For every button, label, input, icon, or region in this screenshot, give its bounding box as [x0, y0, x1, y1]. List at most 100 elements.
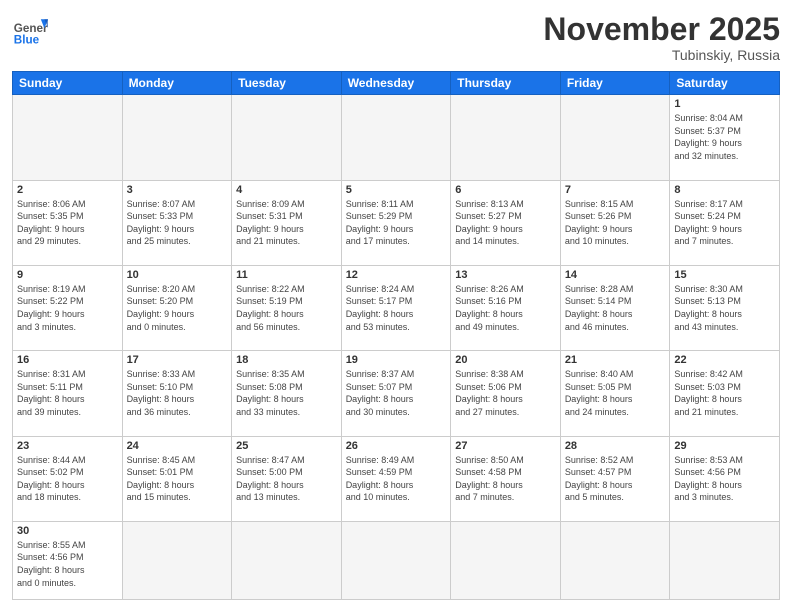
day-number: 3 [127, 184, 228, 196]
day-info: Sunrise: 8:11 AM Sunset: 5:29 PM Dayligh… [346, 198, 447, 248]
day-number: 25 [236, 440, 337, 452]
calendar-cell: 19Sunrise: 8:37 AM Sunset: 5:07 PM Dayli… [341, 351, 451, 436]
day-info: Sunrise: 8:31 AM Sunset: 5:11 PM Dayligh… [17, 368, 118, 418]
day-info: Sunrise: 8:42 AM Sunset: 5:03 PM Dayligh… [674, 368, 775, 418]
day-number: 11 [236, 269, 337, 281]
calendar-cell: 25 Sunrise: 8:47 AM Sunset: 5:00 PM Dayli… [232, 436, 342, 521]
calendar-cell [232, 521, 342, 599]
day-number: 28 [565, 440, 666, 452]
calendar-cell [13, 95, 123, 180]
day-number: 20 [455, 354, 556, 366]
calendar-cell [122, 95, 232, 180]
day-number: 10 [127, 269, 228, 281]
calendar-cell: 27 Sunrise: 8:50 AM Sunset: 4:58 PM Dayli… [451, 436, 561, 521]
calendar-cell: 1 Sunrise: 8:04 AM Sunset: 5:37 PM Daylig… [670, 95, 780, 180]
calendar-cell: 3Sunrise: 8:07 AM Sunset: 5:33 PM Daylig… [122, 180, 232, 265]
day-number: 1 [674, 98, 775, 110]
day-info: Sunrise: 8:20 AM Sunset: 5:20 PM Dayligh… [127, 283, 228, 333]
page: General Blue November 2025 Tubinskiy, Ru… [0, 0, 792, 612]
week-row-5: 30 Sunrise: 8:55 AM Sunset: 4:56 PM Dayli… [13, 521, 780, 599]
calendar-cell [451, 95, 561, 180]
calendar-cell: 17Sunrise: 8:33 AM Sunset: 5:10 PM Dayli… [122, 351, 232, 436]
calendar-cell: 18Sunrise: 8:35 AM Sunset: 5:08 PM Dayli… [232, 351, 342, 436]
day-number: 26 [346, 440, 447, 452]
calendar-cell: 12Sunrise: 8:24 AM Sunset: 5:17 PM Dayli… [341, 265, 451, 350]
day-info: Sunrise: 8:53 AM Sunset: 4:56 PM Dayligh… [674, 454, 775, 504]
day-number: 30 [17, 525, 118, 537]
calendar-cell: 9Sunrise: 8:19 AM Sunset: 5:22 PM Daylig… [13, 265, 123, 350]
day-info: Sunrise: 8:19 AM Sunset: 5:22 PM Dayligh… [17, 283, 118, 333]
day-number: 14 [565, 269, 666, 281]
weekday-header-saturday: Saturday [670, 72, 780, 95]
week-row-3: 16 Sunrise: 8:31 AM Sunset: 5:11 PM Dayli… [13, 351, 780, 436]
day-number: 5 [346, 184, 447, 196]
day-info: Sunrise: 8:15 AM Sunset: 5:26 PM Dayligh… [565, 198, 666, 248]
weekday-header-wednesday: Wednesday [341, 72, 451, 95]
calendar-cell [670, 521, 780, 599]
day-info: Sunrise: 8:40 AM Sunset: 5:05 PM Dayligh… [565, 368, 666, 418]
week-row-2: 9Sunrise: 8:19 AM Sunset: 5:22 PM Daylig… [13, 265, 780, 350]
day-info: Sunrise: 8:30 AM Sunset: 5:13 PM Dayligh… [674, 283, 775, 333]
day-info: Sunrise: 8:44 AM Sunset: 5:02 PM Dayligh… [17, 454, 118, 504]
day-number: 27 [455, 440, 556, 452]
day-info: Sunrise: 8:06 AM Sunset: 5:35 PM Dayligh… [17, 198, 118, 248]
calendar-cell [232, 95, 342, 180]
week-row-0: 1 Sunrise: 8:04 AM Sunset: 5:37 PM Daylig… [13, 95, 780, 180]
day-number: 16 [17, 354, 118, 366]
day-info: Sunrise: 8:17 AM Sunset: 5:24 PM Dayligh… [674, 198, 775, 248]
calendar-cell [122, 521, 232, 599]
calendar-cell: 20Sunrise: 8:38 AM Sunset: 5:06 PM Dayli… [451, 351, 561, 436]
calendar-cell: 26 Sunrise: 8:49 AM Sunset: 4:59 PM Dayli… [341, 436, 451, 521]
calendar-cell: 16 Sunrise: 8:31 AM Sunset: 5:11 PM Dayli… [13, 351, 123, 436]
day-number: 2 [17, 184, 118, 196]
day-number: 23 [17, 440, 118, 452]
day-number: 18 [236, 354, 337, 366]
day-info: Sunrise: 8:28 AM Sunset: 5:14 PM Dayligh… [565, 283, 666, 333]
weekday-header-tuesday: Tuesday [232, 72, 342, 95]
week-row-4: 23 Sunrise: 8:44 AM Sunset: 5:02 PM Dayli… [13, 436, 780, 521]
weekday-header-friday: Friday [560, 72, 670, 95]
title-block: November 2025 Tubinskiy, Russia [543, 12, 780, 63]
day-info: Sunrise: 8:49 AM Sunset: 4:59 PM Dayligh… [346, 454, 447, 504]
day-number: 15 [674, 269, 775, 281]
calendar-cell: 29 Sunrise: 8:53 AM Sunset: 4:56 PM Dayli… [670, 436, 780, 521]
weekday-header-row: SundayMondayTuesdayWednesdayThursdayFrid… [13, 72, 780, 95]
calendar-cell [451, 521, 561, 599]
calendar-cell: 6Sunrise: 8:13 AM Sunset: 5:27 PM Daylig… [451, 180, 561, 265]
day-number: 29 [674, 440, 775, 452]
day-info: Sunrise: 8:13 AM Sunset: 5:27 PM Dayligh… [455, 198, 556, 248]
calendar-cell [341, 95, 451, 180]
calendar-cell: 8Sunrise: 8:17 AM Sunset: 5:24 PM Daylig… [670, 180, 780, 265]
day-info: Sunrise: 8:26 AM Sunset: 5:16 PM Dayligh… [455, 283, 556, 333]
day-info: Sunrise: 8:47 AM Sunset: 5:00 PM Dayligh… [236, 454, 337, 504]
day-info: Sunrise: 8:04 AM Sunset: 5:37 PM Dayligh… [674, 112, 775, 162]
month-title: November 2025 [543, 12, 780, 47]
calendar-cell: 10 Sunrise: 8:20 AM Sunset: 5:20 PM Dayli… [122, 265, 232, 350]
logo-icon: General Blue [12, 12, 48, 48]
calendar-cell: 2 Sunrise: 8:06 AM Sunset: 5:35 PM Daylig… [13, 180, 123, 265]
day-info: Sunrise: 8:33 AM Sunset: 5:10 PM Dayligh… [127, 368, 228, 418]
calendar-cell: 30 Sunrise: 8:55 AM Sunset: 4:56 PM Dayli… [13, 521, 123, 599]
weekday-header-sunday: Sunday [13, 72, 123, 95]
calendar-cell: 11Sunrise: 8:22 AM Sunset: 5:19 PM Dayli… [232, 265, 342, 350]
calendar-cell: 15 Sunrise: 8:30 AM Sunset: 5:13 PM Dayli… [670, 265, 780, 350]
calendar-cell [560, 95, 670, 180]
week-row-1: 2 Sunrise: 8:06 AM Sunset: 5:35 PM Daylig… [13, 180, 780, 265]
calendar-cell: 13Sunrise: 8:26 AM Sunset: 5:16 PM Dayli… [451, 265, 561, 350]
location: Tubinskiy, Russia [543, 47, 780, 63]
calendar-cell: 22Sunrise: 8:42 AM Sunset: 5:03 PM Dayli… [670, 351, 780, 436]
calendar-cell [341, 521, 451, 599]
day-number: 21 [565, 354, 666, 366]
day-number: 12 [346, 269, 447, 281]
logo: General Blue [12, 12, 48, 48]
calendar-cell [560, 521, 670, 599]
weekday-header-monday: Monday [122, 72, 232, 95]
day-info: Sunrise: 8:37 AM Sunset: 5:07 PM Dayligh… [346, 368, 447, 418]
day-info: Sunrise: 8:50 AM Sunset: 4:58 PM Dayligh… [455, 454, 556, 504]
svg-text:Blue: Blue [14, 34, 40, 47]
calendar-cell: 23 Sunrise: 8:44 AM Sunset: 5:02 PM Dayli… [13, 436, 123, 521]
calendar-cell: 14 Sunrise: 8:28 AM Sunset: 5:14 PM Dayli… [560, 265, 670, 350]
day-info: Sunrise: 8:45 AM Sunset: 5:01 PM Dayligh… [127, 454, 228, 504]
day-info: Sunrise: 8:09 AM Sunset: 5:31 PM Dayligh… [236, 198, 337, 248]
day-info: Sunrise: 8:55 AM Sunset: 4:56 PM Dayligh… [17, 539, 118, 589]
